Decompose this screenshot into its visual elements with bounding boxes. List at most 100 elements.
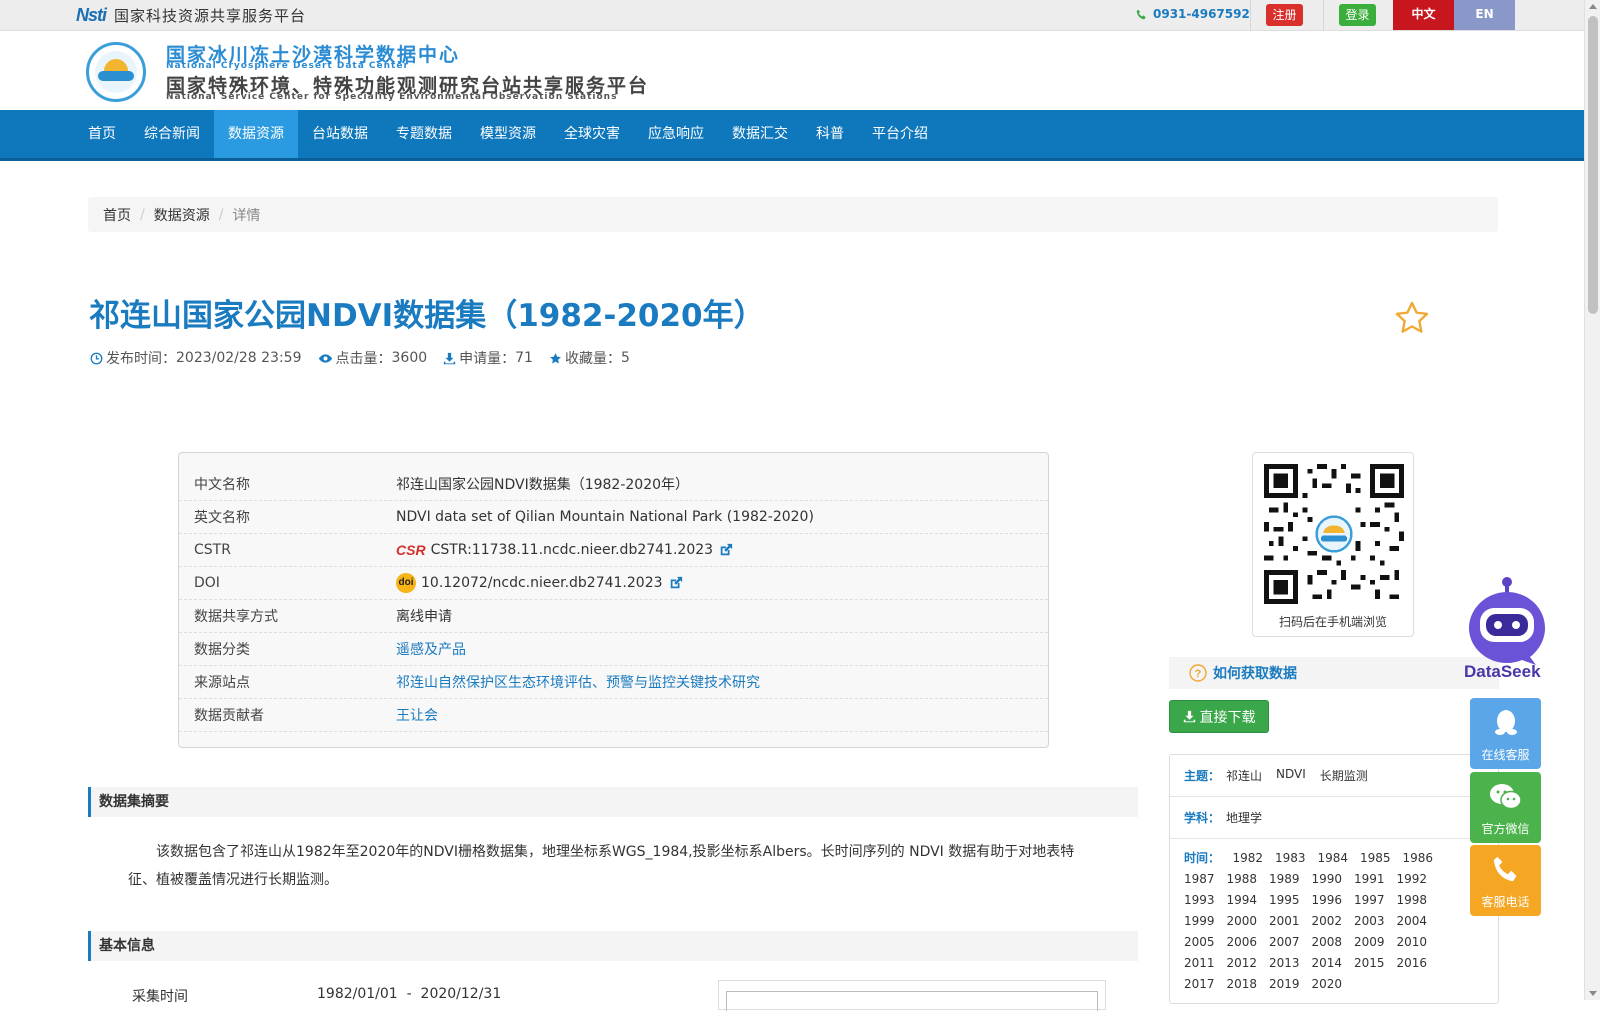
external-link-icon[interactable] [669, 576, 683, 590]
year-tag[interactable]: 2000 [1227, 911, 1270, 932]
year-tag[interactable]: 1995 [1269, 890, 1312, 911]
apply-count: 申请量： 71 [443, 348, 533, 368]
nav-data-submission[interactable]: 数据汇交 [718, 110, 802, 158]
year-tag[interactable]: 1993 [1184, 890, 1227, 911]
year-tag[interactable]: 1998 [1397, 890, 1440, 911]
year-tag[interactable]: 1996 [1312, 890, 1355, 911]
collect-time-label: 采集时间 [132, 989, 188, 1005]
favorite-star-icon[interactable] [1393, 299, 1431, 341]
scrollbar-thumb[interactable] [1588, 16, 1598, 314]
year-tag[interactable]: 2015 [1354, 953, 1397, 974]
year-tag[interactable]: 2008 [1312, 932, 1355, 953]
nav-model-resources[interactable]: 模型资源 [466, 110, 550, 158]
wechat-button[interactable]: 官方微信 [1470, 772, 1541, 843]
year-tag[interactable]: 2018 [1227, 974, 1270, 995]
how-to-get-data-link[interactable]: ? 如何获取数据 [1169, 657, 1499, 689]
external-link-icon[interactable] [719, 543, 733, 557]
login-button[interactable]: 登录 [1339, 4, 1376, 26]
source-station-link[interactable]: 祁连山自然保护区生态环境评估、预警与监控关键技术研究 [396, 672, 1048, 692]
category-link[interactable]: 遥感及产品 [396, 639, 1048, 659]
discipline-tag[interactable]: 地理学 [1226, 809, 1262, 826]
nav-data-resources[interactable]: 数据资源 [214, 110, 298, 158]
breadcrumb-data-resources[interactable]: 数据资源 [154, 205, 210, 225]
year-tag[interactable]: 2016 [1397, 953, 1440, 974]
nav-global-disasters[interactable]: 全球灾害 [550, 110, 634, 158]
info-row-sharing: 数据共享方式 离线申请 [179, 600, 1048, 633]
info-value: 离线申请 [396, 609, 452, 625]
year-tag[interactable]: 1986 [1403, 848, 1446, 869]
year-tag[interactable]: 2005 [1184, 932, 1227, 953]
year-tag[interactable]: 1983 [1275, 848, 1318, 869]
click-count-value: 3600 [391, 350, 428, 366]
wechat-label: 官方微信 [1481, 822, 1530, 836]
year-tag[interactable]: 1984 [1318, 848, 1361, 869]
info-value-cstr: CSR CSTR:11738.11.ncdc.nieer.db2741.2023 [396, 542, 1048, 558]
year-tag[interactable]: 2020 [1312, 974, 1355, 995]
year-tag[interactable]: 2017 [1184, 974, 1227, 995]
year-tag[interactable]: 2010 [1397, 932, 1440, 953]
phone-service-button[interactable]: 客服电话 [1470, 845, 1541, 916]
site-header: 国家冰川冻土沙漠科学数据中心 National Cryosphere Deser… [0, 31, 1584, 110]
direct-download-button[interactable]: 直接下载 [1169, 700, 1269, 733]
info-value: NDVI data set of Qilian Mountain Nationa… [396, 509, 814, 525]
year-tag[interactable]: 2003 [1354, 911, 1397, 932]
phone-service-label: 客服电话 [1481, 895, 1530, 909]
year-tag[interactable]: 2011 [1184, 953, 1227, 974]
breadcrumb-home[interactable]: 首页 [103, 205, 131, 225]
divider [1250, 0, 1251, 31]
nav-news[interactable]: 综合新闻 [130, 110, 214, 158]
nav-science[interactable]: 科普 [802, 110, 858, 158]
lang-en-button[interactable]: EN [1454, 0, 1515, 30]
platform-name: 国家科技资源共享服务平台 [114, 6, 307, 25]
nav-about[interactable]: 平台介绍 [858, 110, 942, 158]
scroll-down-arrow-icon[interactable] [1589, 991, 1597, 996]
info-key: 数据共享方式 [194, 609, 278, 625]
theme-tag[interactable]: 长期监测 [1320, 767, 1368, 784]
nsti-platform-link[interactable]: Nsti 国家科技资源共享服务平台 [76, 4, 306, 26]
year-tag[interactable]: 1997 [1354, 890, 1397, 911]
year-tag[interactable]: 1991 [1354, 869, 1397, 890]
nav-station-data[interactable]: 台站数据 [298, 110, 382, 158]
nav-emergency-response[interactable]: 应急响应 [634, 110, 718, 158]
year-tag[interactable]: 1985 [1360, 848, 1403, 869]
info-row-category: 数据分类 遥感及产品 [179, 633, 1048, 666]
svg-text:?: ? [1195, 668, 1202, 680]
center-logo[interactable] [86, 42, 146, 102]
info-value: 祁连山国家公园NDVI数据集（1982-2020年） [396, 477, 690, 493]
year-tag[interactable]: 1992 [1397, 869, 1440, 890]
year-tag[interactable]: 2013 [1269, 953, 1312, 974]
year-tag[interactable]: 1982 [1233, 848, 1276, 869]
scroll-up-arrow-icon[interactable] [1589, 4, 1597, 9]
breadcrumb-current: 详情 [232, 207, 261, 224]
theme-tag[interactable]: 祁连山 [1226, 767, 1262, 784]
breadcrumb: 首页 / 数据资源 / 详情 [88, 197, 1498, 232]
info-row-cstr: CSTR CSR CSTR:11738.11.ncdc.nieer.db2741… [179, 534, 1048, 567]
nav-home[interactable]: 首页 [88, 110, 130, 158]
year-tag[interactable]: 2001 [1269, 911, 1312, 932]
year-tag[interactable]: 2006 [1227, 932, 1270, 953]
year-tag[interactable]: 2007 [1269, 932, 1312, 953]
phone-icon [1493, 856, 1516, 882]
year-tag[interactable]: 1987 [1184, 869, 1227, 890]
top-bar: Nsti 国家科技资源共享服务平台 0931-4967592 注册 登录 中文 … [0, 0, 1584, 31]
register-button[interactable]: 注册 [1266, 4, 1303, 26]
online-service-button[interactable]: 在线客服 [1470, 698, 1541, 769]
year-tag[interactable]: 2014 [1312, 953, 1355, 974]
nav-thematic-data[interactable]: 专题数据 [382, 110, 466, 158]
year-tag[interactable]: 2012 [1227, 953, 1270, 974]
page-scrollbar[interactable] [1584, 0, 1600, 1000]
year-tag[interactable]: 1999 [1184, 911, 1227, 932]
contributor-link[interactable]: 王让会 [396, 705, 1048, 725]
star-icon [550, 352, 561, 363]
year-tag[interactable]: 2002 [1312, 911, 1355, 932]
year-tag[interactable]: 2019 [1269, 974, 1312, 995]
year-tag[interactable]: 1990 [1312, 869, 1355, 890]
dataseek-label[interactable]: DataSeek [1464, 662, 1541, 682]
year-tag[interactable]: 1994 [1227, 890, 1270, 911]
year-tag[interactable]: 2009 [1354, 932, 1397, 953]
theme-tag[interactable]: NDVI [1276, 767, 1306, 781]
lang-zh-button[interactable]: 中文 [1393, 0, 1454, 30]
year-tag[interactable]: 1989 [1269, 869, 1312, 890]
year-tag[interactable]: 1988 [1227, 869, 1270, 890]
year-tag[interactable]: 2004 [1397, 911, 1440, 932]
